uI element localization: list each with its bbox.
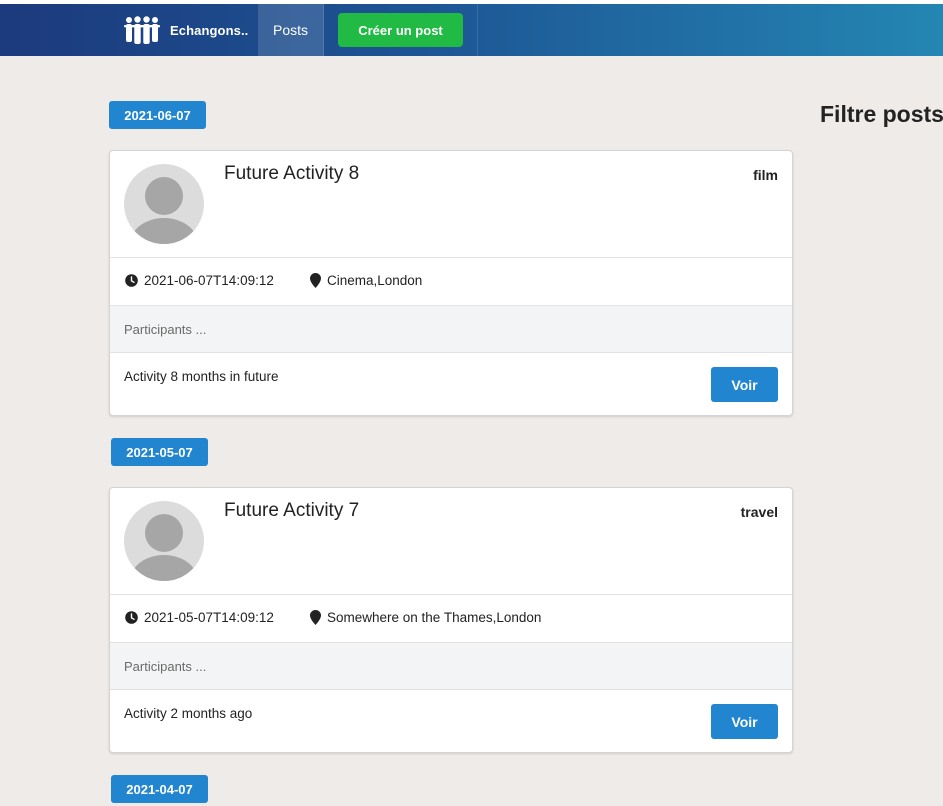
post-datetime: 2021-05-07T14:09:12 bbox=[125, 610, 274, 625]
clock-icon bbox=[125, 274, 138, 287]
map-marker-icon bbox=[310, 610, 321, 625]
view-post-button[interactable]: Voir bbox=[711, 367, 778, 402]
create-post-button[interactable]: Créer un post bbox=[338, 13, 463, 47]
post-card-header: Future Activity 7 travel bbox=[110, 488, 792, 595]
post-meta: 2021-05-07T14:09:12 Somewhere on the Tha… bbox=[110, 595, 792, 643]
post-title[interactable]: Future Activity 8 bbox=[224, 163, 359, 185]
post-category: film bbox=[753, 167, 778, 183]
date-label: 2021-06-07 bbox=[109, 101, 206, 129]
post-card: Future Activity 8 film 2021-06-07T14:09:… bbox=[109, 150, 793, 416]
post-location: Cinema,London bbox=[310, 273, 422, 288]
post-datetime-text: 2021-05-07T14:09:12 bbox=[144, 610, 274, 625]
post-card-header: Future Activity 8 film bbox=[110, 151, 792, 258]
post-category: travel bbox=[740, 504, 778, 520]
post-datetime: 2021-06-07T14:09:12 bbox=[125, 273, 274, 288]
post-participants: Participants ... bbox=[110, 643, 792, 690]
date-label: 2021-05-07 bbox=[111, 438, 208, 466]
view-post-button[interactable]: Voir bbox=[711, 704, 778, 739]
date-label: 2021-04-07 bbox=[111, 775, 208, 803]
nav-divider bbox=[477, 4, 478, 56]
brand-name: Echangons.. bbox=[170, 22, 249, 38]
clock-icon bbox=[125, 611, 138, 624]
post-description: Activity 2 months ago bbox=[124, 706, 253, 721]
post-card-footer: Activity 2 months ago Voir bbox=[110, 690, 792, 752]
post-participants: Participants ... bbox=[110, 306, 792, 353]
people-group-icon bbox=[124, 16, 160, 44]
post-meta: 2021-06-07T14:09:12 Cinema,London bbox=[110, 258, 792, 306]
brand-link[interactable]: Echangons.. bbox=[110, 4, 258, 56]
post-location-text: Somewhere on the Thames,London bbox=[327, 610, 542, 625]
user-avatar-icon bbox=[124, 164, 204, 244]
top-navbar: Echangons.. Posts Créer un post bbox=[0, 4, 943, 56]
post-card-footer: Activity 8 months in future Voir bbox=[110, 353, 792, 415]
map-marker-icon bbox=[310, 273, 321, 288]
post-card: Future Activity 7 travel 2021-05-07T14:0… bbox=[109, 487, 793, 753]
filter-posts-title: Filtre posts bbox=[820, 101, 943, 127]
post-location-text: Cinema,London bbox=[327, 273, 423, 288]
post-title[interactable]: Future Activity 7 bbox=[224, 500, 359, 522]
post-datetime-text: 2021-06-07T14:09:12 bbox=[144, 273, 274, 288]
nav-posts-link[interactable]: Posts bbox=[258, 4, 324, 56]
post-location: Somewhere on the Thames,London bbox=[310, 610, 541, 625]
post-description: Activity 8 months in future bbox=[124, 369, 279, 384]
user-avatar-icon bbox=[124, 501, 204, 581]
